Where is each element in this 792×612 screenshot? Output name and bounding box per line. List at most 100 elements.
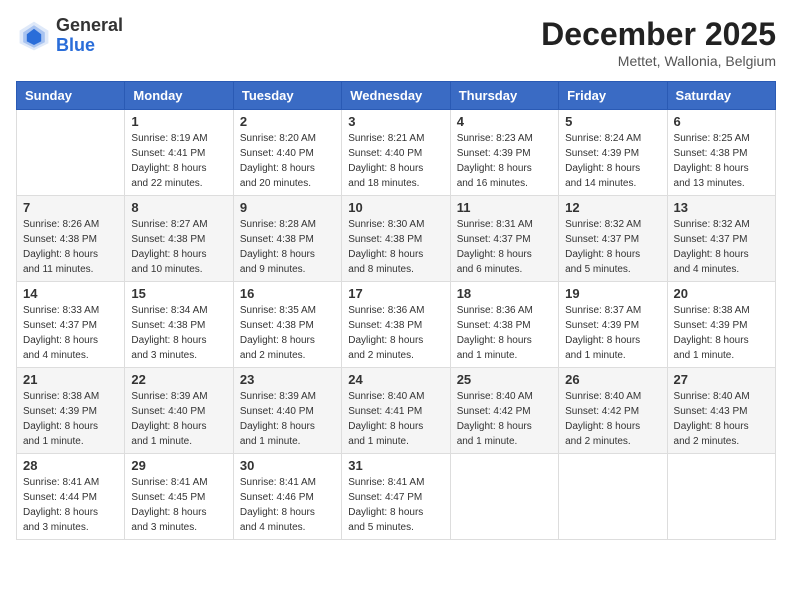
day-number: 6 bbox=[674, 114, 769, 129]
day-info: Sunrise: 8:40 AM Sunset: 4:41 PM Dayligh… bbox=[348, 389, 443, 449]
calendar-cell: 11Sunrise: 8:31 AM Sunset: 4:37 PM Dayli… bbox=[450, 196, 558, 282]
calendar-cell: 15 Sunrise: 8:34 AM Sunset: 4:38 PM Dayli… bbox=[125, 282, 233, 368]
day-info: Sunrise: 8:27 AM Sunset: 4:38 PM Dayligh… bbox=[131, 217, 226, 277]
calendar-week-4: 21 Sunrise: 8:38 AM Sunset: 4:39 PM Dayli… bbox=[17, 368, 776, 454]
day-number: 22 bbox=[131, 372, 226, 387]
calendar-cell: 29 Sunrise: 8:41 AM Sunset: 4:45 PM Dayli… bbox=[125, 454, 233, 540]
calendar-week-2: 7Sunrise: 8:26 AM Sunset: 4:38 PM Daylig… bbox=[17, 196, 776, 282]
calendar-cell: 27Sunrise: 8:40 AM Sunset: 4:43 PM Dayli… bbox=[667, 368, 775, 454]
day-info: Sunrise: 8:20 AM Sunset: 4:40 PM Dayligh… bbox=[240, 131, 335, 191]
day-number: 19 bbox=[565, 286, 660, 301]
logo: General Blue bbox=[16, 16, 123, 56]
day-info: Sunrise: 8:37 AM Sunset: 4:39 PM Dayligh… bbox=[565, 303, 660, 363]
calendar-cell: 10 Sunrise: 8:30 AM Sunset: 4:38 PM Dayli… bbox=[342, 196, 450, 282]
calendar-cell: 5 Sunrise: 8:24 AM Sunset: 4:39 PM Daylig… bbox=[559, 110, 667, 196]
day-number: 26 bbox=[565, 372, 660, 387]
day-number: 14 bbox=[23, 286, 118, 301]
calendar-cell: 25 Sunrise: 8:40 AM Sunset: 4:42 PM Dayli… bbox=[450, 368, 558, 454]
page-header: General Blue December 2025 Mettet, Wallo… bbox=[16, 16, 776, 69]
day-info: Sunrise: 8:28 AM Sunset: 4:38 PM Dayligh… bbox=[240, 217, 335, 277]
day-info: Sunrise: 8:21 AM Sunset: 4:40 PM Dayligh… bbox=[348, 131, 443, 191]
calendar-cell: 8Sunrise: 8:27 AM Sunset: 4:38 PM Daylig… bbox=[125, 196, 233, 282]
calendar-week-5: 28Sunrise: 8:41 AM Sunset: 4:44 PM Dayli… bbox=[17, 454, 776, 540]
calendar-header-tuesday: Tuesday bbox=[233, 82, 341, 110]
logo-general: General bbox=[56, 16, 123, 36]
day-number: 9 bbox=[240, 200, 335, 215]
day-number: 5 bbox=[565, 114, 660, 129]
calendar-week-1: 1 Sunrise: 8:19 AM Sunset: 4:41 PM Daylig… bbox=[17, 110, 776, 196]
calendar-cell: 19 Sunrise: 8:37 AM Sunset: 4:39 PM Dayli… bbox=[559, 282, 667, 368]
location-subtitle: Mettet, Wallonia, Belgium bbox=[541, 53, 776, 69]
calendar-cell: 3 Sunrise: 8:21 AM Sunset: 4:40 PM Daylig… bbox=[342, 110, 450, 196]
calendar-cell bbox=[559, 454, 667, 540]
calendar-cell bbox=[17, 110, 125, 196]
day-number: 10 bbox=[348, 200, 443, 215]
day-number: 13 bbox=[674, 200, 769, 215]
calendar-header-thursday: Thursday bbox=[450, 82, 558, 110]
day-info: Sunrise: 8:23 AM Sunset: 4:39 PM Dayligh… bbox=[457, 131, 552, 191]
calendar-cell: 7Sunrise: 8:26 AM Sunset: 4:38 PM Daylig… bbox=[17, 196, 125, 282]
day-number: 17 bbox=[348, 286, 443, 301]
calendar-cell bbox=[450, 454, 558, 540]
calendar-header-friday: Friday bbox=[559, 82, 667, 110]
day-info: Sunrise: 8:35 AM Sunset: 4:38 PM Dayligh… bbox=[240, 303, 335, 363]
calendar-cell: 16 Sunrise: 8:35 AM Sunset: 4:38 PM Dayli… bbox=[233, 282, 341, 368]
day-number: 23 bbox=[240, 372, 335, 387]
day-info: Sunrise: 8:36 AM Sunset: 4:38 PM Dayligh… bbox=[457, 303, 552, 363]
day-number: 18 bbox=[457, 286, 552, 301]
day-number: 2 bbox=[240, 114, 335, 129]
day-info: Sunrise: 8:34 AM Sunset: 4:38 PM Dayligh… bbox=[131, 303, 226, 363]
day-number: 31 bbox=[348, 458, 443, 473]
day-info: Sunrise: 8:32 AM Sunset: 4:37 PM Dayligh… bbox=[565, 217, 660, 277]
day-number: 1 bbox=[131, 114, 226, 129]
day-info: Sunrise: 8:39 AM Sunset: 4:40 PM Dayligh… bbox=[131, 389, 226, 449]
calendar-cell: 12 Sunrise: 8:32 AM Sunset: 4:37 PM Dayli… bbox=[559, 196, 667, 282]
day-info: Sunrise: 8:40 AM Sunset: 4:42 PM Dayligh… bbox=[565, 389, 660, 449]
day-number: 16 bbox=[240, 286, 335, 301]
day-info: Sunrise: 8:39 AM Sunset: 4:40 PM Dayligh… bbox=[240, 389, 335, 449]
calendar-cell: 4 Sunrise: 8:23 AM Sunset: 4:39 PM Daylig… bbox=[450, 110, 558, 196]
logo-text: General Blue bbox=[56, 16, 123, 56]
day-info: Sunrise: 8:38 AM Sunset: 4:39 PM Dayligh… bbox=[23, 389, 118, 449]
calendar-cell: 6 Sunrise: 8:25 AM Sunset: 4:38 PM Daylig… bbox=[667, 110, 775, 196]
day-info: Sunrise: 8:36 AM Sunset: 4:38 PM Dayligh… bbox=[348, 303, 443, 363]
day-info: Sunrise: 8:41 AM Sunset: 4:44 PM Dayligh… bbox=[23, 475, 118, 535]
calendar-cell: 9 Sunrise: 8:28 AM Sunset: 4:38 PM Daylig… bbox=[233, 196, 341, 282]
day-info: Sunrise: 8:41 AM Sunset: 4:47 PM Dayligh… bbox=[348, 475, 443, 535]
day-number: 29 bbox=[131, 458, 226, 473]
calendar-cell: 13 Sunrise: 8:32 AM Sunset: 4:37 PM Dayli… bbox=[667, 196, 775, 282]
day-info: Sunrise: 8:25 AM Sunset: 4:38 PM Dayligh… bbox=[674, 131, 769, 191]
calendar-cell: 26 Sunrise: 8:40 AM Sunset: 4:42 PM Dayli… bbox=[559, 368, 667, 454]
day-number: 30 bbox=[240, 458, 335, 473]
calendar-cell bbox=[667, 454, 775, 540]
day-info: Sunrise: 8:41 AM Sunset: 4:45 PM Dayligh… bbox=[131, 475, 226, 535]
month-title: December 2025 bbox=[541, 16, 776, 53]
calendar-cell: 24Sunrise: 8:40 AM Sunset: 4:41 PM Dayli… bbox=[342, 368, 450, 454]
day-number: 4 bbox=[457, 114, 552, 129]
day-info: Sunrise: 8:38 AM Sunset: 4:39 PM Dayligh… bbox=[674, 303, 769, 363]
day-number: 12 bbox=[565, 200, 660, 215]
calendar-cell: 2 Sunrise: 8:20 AM Sunset: 4:40 PM Daylig… bbox=[233, 110, 341, 196]
day-number: 3 bbox=[348, 114, 443, 129]
calendar-cell: 1 Sunrise: 8:19 AM Sunset: 4:41 PM Daylig… bbox=[125, 110, 233, 196]
day-number: 11 bbox=[457, 200, 552, 215]
calendar-cell: 31 Sunrise: 8:41 AM Sunset: 4:47 PM Dayli… bbox=[342, 454, 450, 540]
calendar-header-monday: Monday bbox=[125, 82, 233, 110]
calendar-header-row: SundayMondayTuesdayWednesdayThursdayFrid… bbox=[17, 82, 776, 110]
day-number: 25 bbox=[457, 372, 552, 387]
calendar-header-sunday: Sunday bbox=[17, 82, 125, 110]
day-info: Sunrise: 8:32 AM Sunset: 4:37 PM Dayligh… bbox=[674, 217, 769, 277]
calendar-cell: 14Sunrise: 8:33 AM Sunset: 4:37 PM Dayli… bbox=[17, 282, 125, 368]
calendar-cell: 20Sunrise: 8:38 AM Sunset: 4:39 PM Dayli… bbox=[667, 282, 775, 368]
day-info: Sunrise: 8:19 AM Sunset: 4:41 PM Dayligh… bbox=[131, 131, 226, 191]
day-info: Sunrise: 8:30 AM Sunset: 4:38 PM Dayligh… bbox=[348, 217, 443, 277]
day-number: 21 bbox=[23, 372, 118, 387]
day-number: 15 bbox=[131, 286, 226, 301]
day-number: 7 bbox=[23, 200, 118, 215]
day-info: Sunrise: 8:41 AM Sunset: 4:46 PM Dayligh… bbox=[240, 475, 335, 535]
day-info: Sunrise: 8:40 AM Sunset: 4:42 PM Dayligh… bbox=[457, 389, 552, 449]
calendar-cell: 18 Sunrise: 8:36 AM Sunset: 4:38 PM Dayli… bbox=[450, 282, 558, 368]
calendar-cell: 21 Sunrise: 8:38 AM Sunset: 4:39 PM Dayli… bbox=[17, 368, 125, 454]
logo-blue: Blue bbox=[56, 36, 123, 56]
day-info: Sunrise: 8:24 AM Sunset: 4:39 PM Dayligh… bbox=[565, 131, 660, 191]
